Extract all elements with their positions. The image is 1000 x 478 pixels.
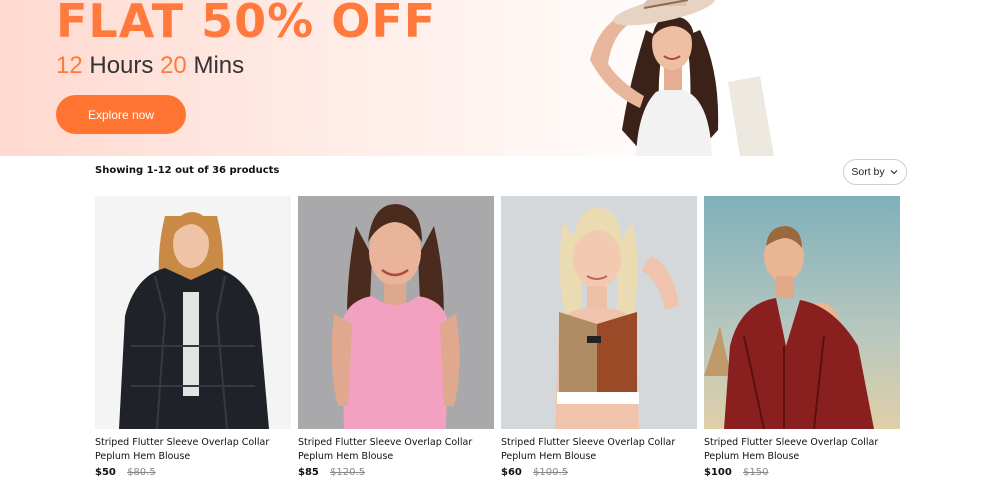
product-photo-red-blouse	[704, 196, 900, 429]
product-image[interactable]	[704, 196, 900, 429]
product-card[interactable]: Striped Flutter Sleeve Overlap Collar Pe…	[298, 196, 494, 478]
product-prices: $50 $80.5	[95, 467, 156, 478]
product-old-price: $100.5	[533, 467, 569, 478]
product-prices: $85 $120.5	[298, 467, 365, 478]
product-image[interactable]	[298, 196, 494, 429]
sort-by-label: Sort by	[851, 166, 885, 178]
product-old-price: $150	[743, 467, 769, 478]
hero-banner: FLAT 50% OFF 12 Hours 20 Mins Explore no…	[0, 0, 1000, 156]
countdown-mins-label: Mins	[193, 52, 245, 79]
product-price: $50	[95, 467, 116, 478]
product-title[interactable]: Striped Flutter Sleeve Overlap Collar Pe…	[704, 436, 900, 464]
product-price: $85	[298, 467, 319, 478]
sale-countdown: 12 Hours 20 Mins	[56, 52, 244, 80]
product-card[interactable]: Striped Flutter Sleeve Overlap Collar Pe…	[95, 196, 291, 478]
product-title[interactable]: Striped Flutter Sleeve Overlap Collar Pe…	[95, 436, 291, 464]
product-title[interactable]: Striped Flutter Sleeve Overlap Collar Pe…	[298, 436, 494, 464]
product-grid: Striped Flutter Sleeve Overlap Collar Pe…	[95, 196, 905, 478]
chevron-down-icon	[890, 170, 898, 175]
countdown-mins: 20	[160, 52, 187, 79]
product-prices: $60 $100.5	[501, 467, 568, 478]
product-image[interactable]	[501, 196, 697, 429]
countdown-hours: 12	[56, 52, 83, 79]
product-image[interactable]	[95, 196, 291, 429]
product-prices: $100 $150	[704, 467, 768, 478]
results-count: Showing 1-12 out of 36 products	[95, 165, 280, 176]
hero-headline: FLAT 50% OFF	[56, 0, 437, 48]
sort-by-dropdown[interactable]: Sort by	[843, 159, 907, 185]
product-photo-pink-top	[298, 196, 494, 429]
product-card[interactable]: Striped Flutter Sleeve Overlap Collar Pe…	[704, 196, 900, 478]
explore-now-button[interactable]: Explore now	[56, 95, 186, 134]
product-photo-black-fur-jacket	[95, 196, 291, 429]
product-old-price: $80.5	[127, 467, 156, 478]
product-price: $100	[704, 467, 732, 478]
product-photo-brown-crop-top	[501, 196, 697, 429]
product-price: $60	[501, 467, 522, 478]
product-card[interactable]: Striped Flutter Sleeve Overlap Collar Pe…	[501, 196, 697, 478]
product-title[interactable]: Striped Flutter Sleeve Overlap Collar Pe…	[501, 436, 697, 464]
hero-model-image	[590, 0, 774, 156]
countdown-hours-label: Hours	[89, 52, 154, 79]
product-old-price: $120.5	[330, 467, 366, 478]
